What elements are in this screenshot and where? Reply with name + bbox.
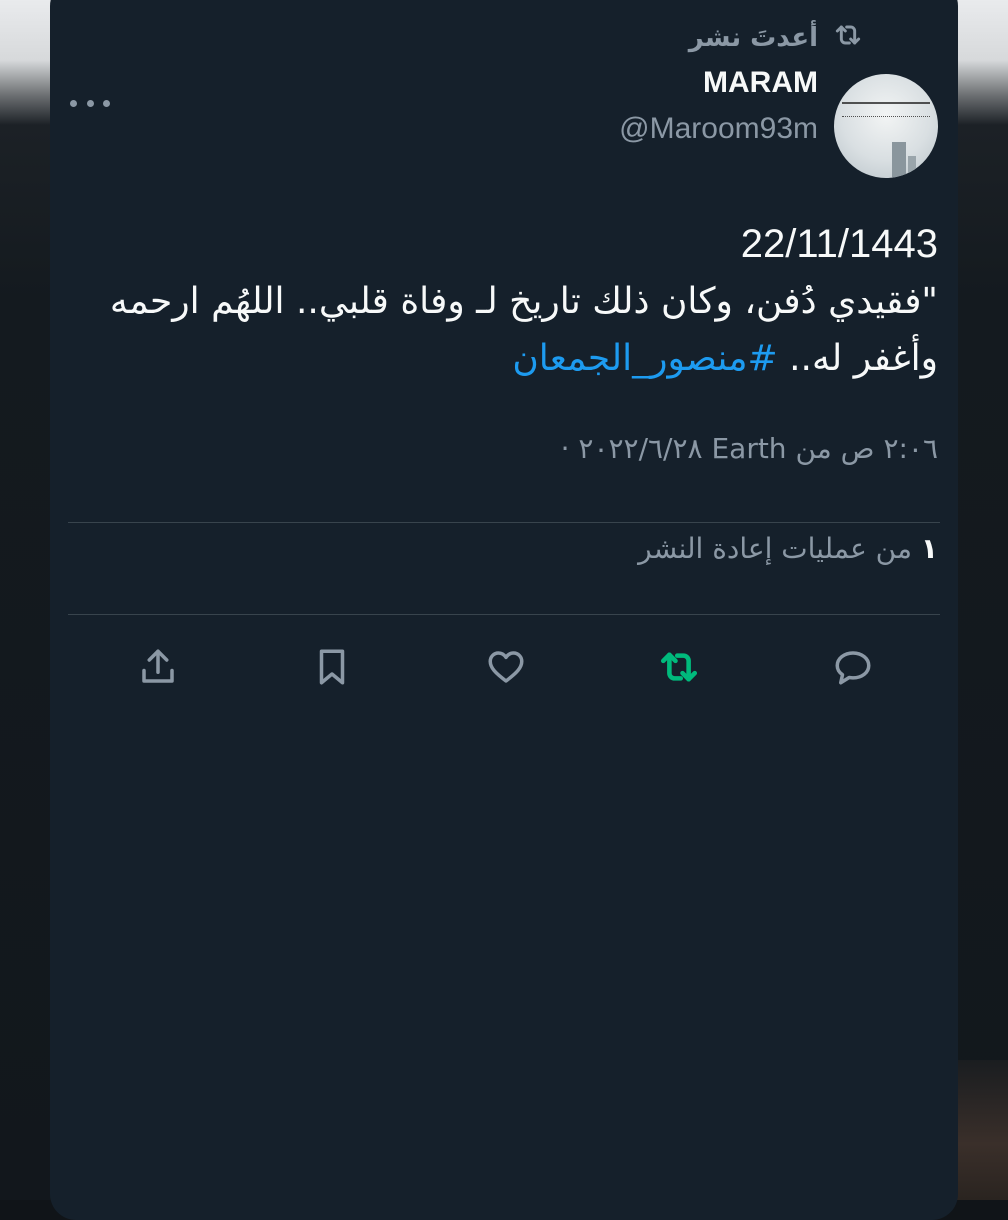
avatar-tower [892, 142, 906, 178]
retweet-count-number: ١ [920, 532, 938, 565]
retweet-icon[interactable] [656, 644, 702, 690]
share-icon[interactable] [135, 644, 181, 690]
tweet-text: 22/11/1443 "فقيدي دُفن، وكان ذلك تاريخ ل… [98, 216, 938, 387]
heart-icon[interactable] [483, 644, 529, 690]
tweet-timestamp[interactable]: ٢:٠٦ ص من Earth ٢٠٢٢/٦/٢٨ · [561, 432, 938, 465]
divider-bottom [68, 614, 940, 615]
divider-top [68, 522, 940, 523]
author-handle[interactable]: @Maroom93m [619, 112, 818, 146]
bookmark-icon[interactable] [309, 644, 355, 690]
retweeted-by-label: أعدتَ نشر [688, 23, 818, 53]
author-display-name[interactable]: MARAM [703, 66, 818, 100]
retweet-count-label: من عمليات إعادة النشر [638, 532, 912, 565]
tweet-date-line: 22/11/1443 [740, 222, 938, 266]
more-icon[interactable] [70, 88, 110, 118]
action-bar [50, 644, 958, 690]
reply-icon[interactable] [830, 644, 876, 690]
hashtag-link[interactable]: #منصور_الجمعان [512, 338, 777, 379]
avatar-tower-small [908, 156, 916, 178]
retweet-header-icon [832, 19, 864, 58]
retweet-count[interactable]: ١ من عمليات إعادة النشر [638, 532, 938, 565]
avatar-calligraphy [842, 102, 930, 117]
avatar[interactable] [834, 74, 938, 178]
tweet-card[interactable]: أعدتَ نشر MARAM @Maroom93m 22/11/1443 "ف… [50, 0, 958, 1220]
retweeted-by-header: أعدتَ نشر [689, 20, 864, 56]
